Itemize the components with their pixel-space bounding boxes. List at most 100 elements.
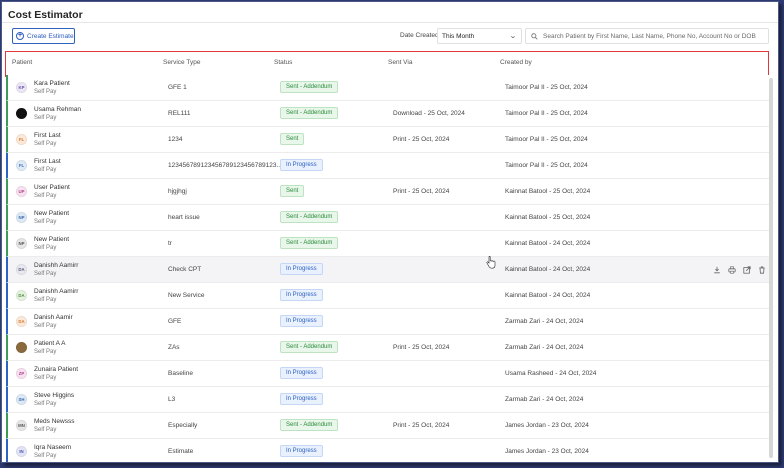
table-row[interactable]: MN Meds Newsss Self Pay Especially Sent - Ad… [6, 413, 772, 439]
vertical-scrollbar[interactable] [769, 78, 773, 458]
payment-type: Self Pay [34, 193, 57, 199]
created-by: Kainnat Batool - 25 Oct, 2024 [505, 214, 591, 221]
payment-type: Self Pay [34, 401, 57, 407]
service-type: tr [168, 240, 172, 247]
status-badge: In Progress [280, 289, 323, 301]
created-by: James Jordan - 23 Oct, 2024 [505, 422, 589, 429]
payment-type: Self Pay [34, 375, 57, 381]
status-badge: Sent [280, 185, 305, 197]
sent-via: Print - 25 Oct, 2024 [393, 422, 450, 429]
created-by: James Jordan - 23 Oct, 2024 [505, 448, 589, 455]
payment-type: Self Pay [34, 297, 57, 303]
table-row[interactable]: FL First Last Self Pay 12345678912345678912… [6, 153, 772, 179]
avatar: FL [16, 134, 27, 145]
status-badge: Sent - Addendum [280, 237, 339, 249]
created-by: Zarmab Zari - 24 Oct, 2024 [505, 396, 584, 403]
created-by: Kainnat Batool - 24 Oct, 2024 [505, 240, 591, 247]
date-created-label: Date Created [400, 32, 439, 39]
service-type: GFE [168, 318, 182, 325]
sent-via: Download - 25 Oct, 2024 [393, 110, 465, 117]
title-divider [2, 22, 778, 23]
created-by: Taimoor Pal II - 25 Oct, 2024 [505, 110, 588, 117]
search-input[interactable] [543, 32, 767, 40]
created-by: Usama Rasheed - 24 Oct, 2024 [505, 370, 597, 377]
date-created-select[interactable]: This Month ⌄ [437, 28, 522, 44]
table-row[interactable]: ZP Zunaira Patient Self Pay Baseline In Prog… [6, 361, 772, 387]
patient-name[interactable]: Kara Patient [34, 80, 70, 87]
patient-name[interactable]: Iqra Naseem [34, 444, 71, 451]
service-type: REL111 [168, 110, 191, 117]
created-by: Taimoor Pal II - 25 Oct, 2024 [505, 136, 588, 143]
row-actions [712, 265, 766, 274]
patient-name[interactable]: User Patient [34, 184, 70, 191]
avatar [16, 108, 27, 119]
patient-name[interactable]: Patient A A [34, 340, 65, 347]
service-type: Estimate [168, 448, 194, 455]
service-type: New Service [168, 292, 205, 299]
created-by: Taimoor Pal II - 25 Oct, 2024 [505, 84, 588, 91]
column-header-patient[interactable]: Patient [12, 59, 32, 66]
payment-type: Self Pay [34, 323, 57, 329]
avatar: SH [16, 394, 27, 405]
trash-icon[interactable] [757, 265, 766, 274]
patient-name[interactable]: New Patient [34, 236, 69, 243]
payment-type: Self Pay [34, 453, 57, 459]
patient-name[interactable]: Meds Newsss [34, 418, 74, 425]
page-title: Cost Estimator [8, 9, 83, 21]
status-badge: Sent - Addendum [280, 107, 339, 119]
payment-type: Self Pay [34, 349, 57, 355]
print-icon[interactable] [727, 265, 736, 274]
patient-name[interactable]: Danishh Aamirr [34, 288, 78, 295]
share-icon[interactable] [742, 265, 751, 274]
hand-cursor-icon [486, 256, 496, 269]
created-by: Kainnat Batool - 24 Oct, 2024 [505, 266, 591, 273]
table-row[interactable]: Usama Rehman Self Pay REL111 Sent - Addendu… [6, 101, 772, 127]
service-type: Baseline [168, 370, 193, 377]
column-header-status[interactable]: Status [274, 59, 292, 66]
table-row[interactable]: IN Iqra Naseem Self Pay Estimate In Progress… [6, 439, 772, 462]
table-row[interactable]: DA Danishh Aamirr Self Pay New Service In Pr… [6, 283, 772, 309]
table-row[interactable]: KP Kara Patient Self Pay GFE 1 Sent - Addend… [6, 75, 772, 101]
service-type: hjgjhgj [168, 188, 187, 195]
created-by: Taimoor Pal II - 25 Oct, 2024 [505, 162, 588, 169]
created-by: Zarmab Zari - 24 Oct, 2024 [505, 318, 584, 325]
download-icon[interactable] [712, 265, 721, 274]
date-created-value: This Month [442, 32, 475, 40]
create-estimate-label: Create Estimate [27, 32, 74, 40]
patient-name[interactable]: Zunaira Patient [34, 366, 78, 373]
created-by: Kainnat Batool - 25 Oct, 2024 [505, 188, 591, 195]
patient-name[interactable]: First Last [34, 158, 61, 165]
table-row[interactable]: SH Steve Higgins Self Pay L3 In Progress Zarm… [6, 387, 772, 413]
plus-circle-icon: + [16, 32, 24, 40]
column-header-created-by[interactable]: Created by [500, 59, 532, 66]
patient-name[interactable]: Usama Rehman [34, 106, 81, 113]
status-badge: Sent - Addendum [280, 81, 339, 93]
patient-search[interactable] [525, 28, 769, 44]
column-header-sent-via[interactable]: Sent Via [388, 59, 412, 66]
table-row[interactable]: UP User Patient Self Pay hjgjhgj Sent Print -… [6, 179, 772, 205]
table-row[interactable]: DA Danishh Aamirr Self Pay Check CPT In Prog… [6, 257, 772, 283]
table-row[interactable]: NP New Patient Self Pay heart issue Sent - A… [6, 205, 772, 231]
chevron-down-icon: ⌄ [509, 33, 517, 40]
table-row[interactable]: NP New Patient Self Pay tr Sent - Addendum Ka… [6, 231, 772, 257]
avatar: DA [16, 316, 27, 327]
sent-via: Print - 25 Oct, 2024 [393, 188, 450, 195]
avatar: DA [16, 264, 27, 275]
column-header-service-type[interactable]: Service Type [163, 59, 200, 66]
patient-name[interactable]: Danishh Aamirr [34, 262, 78, 269]
service-type: 1234 [168, 136, 183, 143]
status-badge: In Progress [280, 393, 323, 405]
table-row[interactable]: FL First Last Self Pay 1234 Sent Print - 25 O… [6, 127, 772, 153]
patient-name[interactable]: Danish Aamir [34, 314, 73, 321]
patient-name[interactable]: New Patient [34, 210, 69, 217]
patient-name[interactable]: Steve Higgins [34, 392, 74, 399]
table-header: Patient Service Type Status Sent Via Cre… [5, 51, 769, 77]
table-row[interactable]: Patient A A Self Pay ZAs Sent - Addendum Pri… [6, 335, 772, 361]
service-type: Check CPT [168, 266, 202, 273]
service-type: heart issue [168, 214, 200, 221]
table-row[interactable]: DA Danish Aamir Self Pay GFE In Progress Zarm… [6, 309, 772, 335]
status-badge: In Progress [280, 445, 323, 457]
create-estimate-button[interactable]: + Create Estimate [12, 28, 75, 44]
service-type: GFE 1 [168, 84, 187, 91]
patient-name[interactable]: First Last [34, 132, 61, 139]
